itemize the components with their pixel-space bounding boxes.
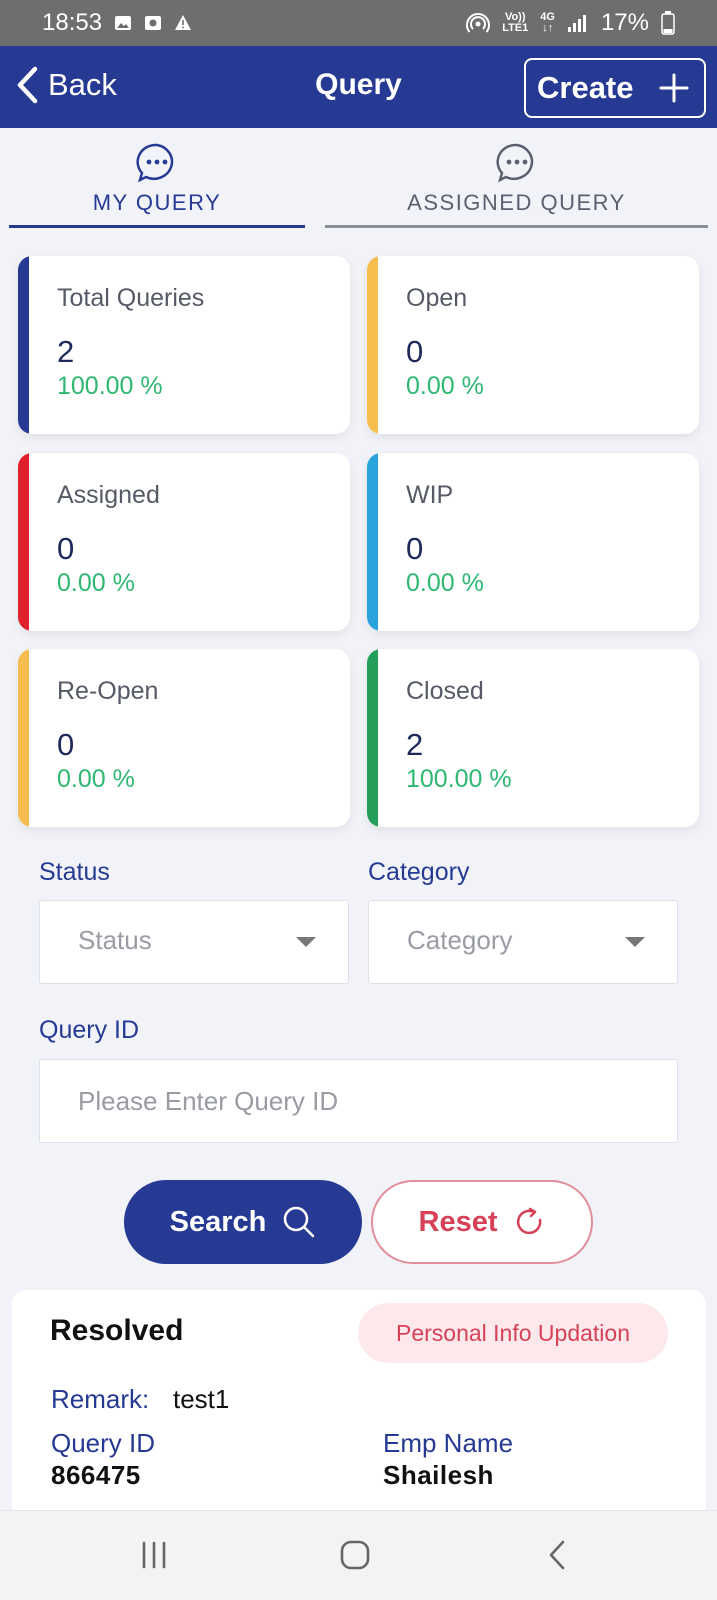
caret-down-icon	[296, 937, 316, 947]
recent-apps-icon[interactable]	[138, 1539, 170, 1571]
card-count: 0	[57, 531, 75, 566]
caret-down-icon	[625, 937, 645, 947]
battery-percent: 17%	[600, 9, 649, 36]
card-label: WIP	[406, 481, 454, 509]
tab-divider	[325, 225, 708, 228]
query-status: Resolved	[50, 1314, 184, 1347]
screen-record-icon	[145, 16, 162, 30]
card-count: 2	[406, 727, 424, 762]
tab-indicator	[9, 225, 305, 228]
app-header: Back Query Create	[0, 46, 717, 128]
hotspot-icon	[466, 13, 491, 33]
tab-my-query[interactable]: MY QUERY	[9, 138, 305, 228]
create-label: Create	[537, 70, 634, 105]
data-arrows-icon: ↓↑	[542, 22, 554, 34]
tab-label: ASSIGNED QUERY	[407, 190, 626, 215]
remark-label: Remark:	[51, 1384, 150, 1414]
tab-assigned-query[interactable]: ASSIGNED QUERY	[325, 138, 708, 228]
card-percent: 0.00 %	[57, 569, 135, 597]
back-nav-icon[interactable]	[545, 1539, 569, 1571]
battery-icon	[661, 11, 675, 35]
card-accent-bar	[18, 256, 29, 434]
reset-label: Reset	[418, 1205, 498, 1238]
status-select-value: Status	[78, 925, 152, 955]
card-label: Re-Open	[57, 677, 159, 705]
card-percent: 100.00 %	[406, 765, 512, 793]
alert-icon	[175, 15, 192, 30]
category-filter-label: Category	[368, 858, 470, 886]
system-nav-bar	[0, 1510, 717, 1600]
refresh-icon	[516, 1207, 541, 1235]
chat-bubble-icon	[136, 143, 174, 183]
search-icon	[284, 1206, 315, 1238]
card-count: 2	[57, 334, 75, 369]
query-result-card[interactable]: Resolved Personal Info Updation Remark: …	[12, 1290, 706, 1530]
home-icon[interactable]	[339, 1539, 371, 1571]
card-count: 0	[406, 531, 424, 566]
search-label: Search	[169, 1205, 267, 1238]
category-badge: Personal Info Updation	[358, 1303, 668, 1363]
card-label: Closed	[406, 677, 484, 705]
create-button[interactable]: Create	[524, 58, 706, 118]
emp-name-key: Emp Name	[383, 1428, 514, 1458]
stat-card-assigned[interactable]: Assigned 0 0.00 %	[18, 453, 350, 631]
card-label: Total Queries	[57, 284, 205, 312]
clock: 18:53	[42, 9, 103, 36]
status-bar: 18:53 Vo)) LTE1 4G ↓↑ 17%	[0, 0, 717, 46]
stat-card-total[interactable]: Total Queries 2 100.00 %	[18, 256, 350, 434]
stat-card-wip[interactable]: WIP 0 0.00 %	[367, 453, 699, 631]
card-percent: 0.00 %	[406, 372, 484, 400]
card-accent-bar	[367, 256, 378, 434]
query-id-value: 866475	[51, 1460, 141, 1490]
card-count: 0	[406, 334, 424, 369]
chat-bubble-icon	[495, 143, 533, 183]
card-label: Open	[406, 284, 468, 312]
card-percent: 0.00 %	[406, 569, 484, 597]
lte-label: LTE1	[502, 22, 529, 34]
category-select-value: Category	[407, 925, 513, 955]
card-percent: 100.00 %	[57, 372, 163, 400]
signal-icon	[567, 15, 586, 32]
card-percent: 0.00 %	[57, 765, 135, 793]
stat-card-open[interactable]: Open 0 0.00 %	[367, 256, 699, 434]
query-id-input[interactable]	[39, 1059, 678, 1143]
card-accent-bar	[18, 649, 29, 827]
tab-label: MY QUERY	[92, 190, 222, 215]
status-filter-label: Status	[39, 858, 110, 886]
stat-card-reopen[interactable]: Re-Open 0 0.00 %	[18, 649, 350, 827]
plus-icon	[659, 73, 689, 103]
card-label: Assigned	[57, 481, 160, 509]
query-id-label: Query ID	[39, 1016, 140, 1044]
stat-card-closed[interactable]: Closed 2 100.00 %	[367, 649, 699, 827]
remark-value: test1	[173, 1384, 230, 1414]
image-icon	[115, 16, 132, 30]
card-accent-bar	[367, 453, 378, 631]
reset-button[interactable]: Reset	[371, 1180, 593, 1264]
status-select[interactable]: Status	[39, 900, 349, 984]
query-id-key: Query ID	[51, 1428, 156, 1458]
card-count: 0	[57, 727, 75, 762]
card-accent-bar	[18, 453, 29, 631]
search-button[interactable]: Search	[124, 1180, 362, 1264]
emp-name-value: Shailesh	[383, 1460, 494, 1490]
card-accent-bar	[367, 649, 378, 827]
category-select[interactable]: Category	[368, 900, 678, 984]
